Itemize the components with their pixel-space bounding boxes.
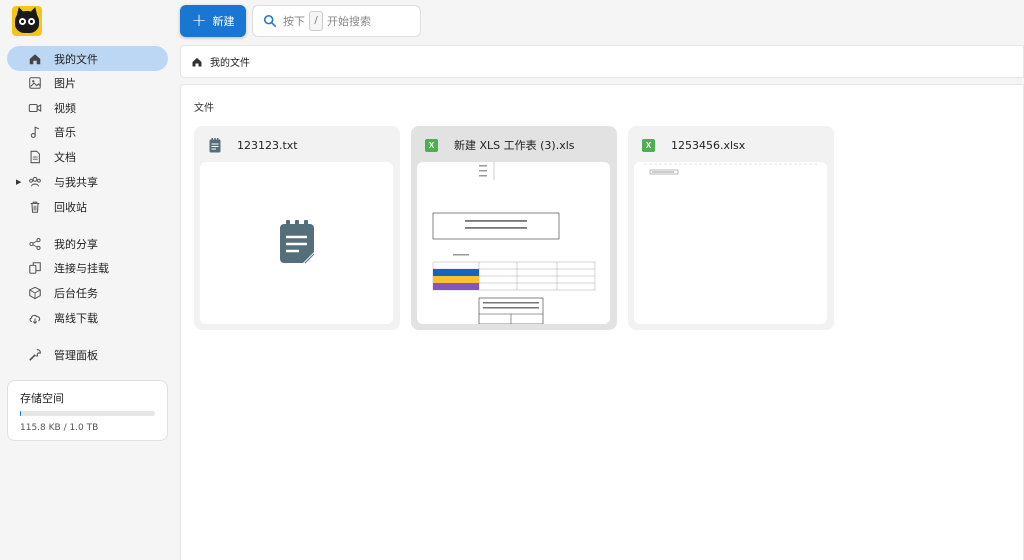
spreadsheet-thumbnail-graphic (432, 162, 596, 324)
file-name: 1253456.xlsx (671, 138, 746, 152)
sidebar-item-images[interactable]: 图片 (7, 70, 168, 95)
storage-title: 存储空间 (20, 392, 64, 405)
sidebar-item-tasks[interactable]: 后台任务 (7, 280, 168, 305)
breadcrumb-root[interactable]: 我的文件 (210, 54, 250, 69)
sidebar-item-admin-panel[interactable]: 管理面板 (7, 342, 168, 367)
sidebar-item-label: 视频 (54, 101, 76, 115)
spreadsheet-thumbnail-graphic (644, 163, 817, 175)
sidebar-item-label: 后台任务 (54, 286, 98, 300)
expand-arrow-icon[interactable]: ▶ (16, 178, 21, 186)
sidebar-item-label: 音乐 (54, 125, 76, 139)
sidebar-item-offline-download[interactable]: 离线下载 (7, 305, 168, 330)
sidebar-item-trash[interactable]: 回收站 (7, 194, 168, 219)
notepad-icon (280, 220, 315, 264)
search-prefix: 按下 (283, 15, 305, 28)
plus-icon: + (191, 10, 207, 31)
search-shortcut-key: / (309, 11, 323, 31)
storage-progress-bar (20, 411, 155, 416)
storage-panel: 存储空间 115.8 KB / 1.0 TB (7, 380, 168, 441)
sidebar-item-music[interactable]: 音乐 (7, 119, 168, 144)
file-preview (200, 162, 393, 324)
sidebar-item-label: 离线下载 (54, 311, 98, 325)
spreadsheet-preview (634, 162, 827, 324)
file-name: 新建 XLS 工作表 (3).xls (454, 139, 575, 152)
section-title: 文件 (194, 103, 214, 114)
home-icon (28, 52, 42, 66)
wrench-icon (28, 348, 42, 362)
cloud-download-icon (28, 311, 42, 325)
sidebar-item-label: 图片 (54, 76, 76, 90)
notepad-icon (208, 137, 221, 153)
app-logo (12, 6, 42, 36)
file-card[interactable]: X 1253456.xlsx (628, 126, 834, 330)
sidebar-item-label: 管理面板 (54, 348, 98, 362)
file-area: 文件 123123.txt X 新建 XLS 工作表 (3).xls X 125… (180, 84, 1024, 560)
share-icon (28, 237, 42, 251)
search-box[interactable]: 按下 / 开始搜索 (252, 5, 421, 37)
sidebar-item-label: 与我共享 (54, 175, 98, 189)
home-icon[interactable] (191, 56, 203, 68)
search-suffix: 开始搜索 (327, 15, 371, 28)
mount-icon (28, 261, 42, 275)
new-button-label: 新建 (212, 15, 235, 28)
people-icon (28, 175, 42, 189)
video-icon (28, 101, 42, 115)
sidebar-item-label: 文档 (54, 150, 76, 164)
sidebar-item-label: 连接与挂载 (54, 261, 109, 275)
file-name: 123123.txt (237, 138, 298, 152)
sidebar-item-my-shares[interactable]: 我的分享 (7, 231, 168, 256)
sidebar-item-documents[interactable]: 文档 (7, 144, 168, 169)
sidebar-item-label: 我的文件 (54, 52, 98, 66)
excel-icon: X (642, 138, 655, 152)
excel-icon: X (425, 138, 438, 152)
sidebar-item-label: 我的分享 (54, 237, 98, 251)
new-button[interactable]: + 新建 (180, 5, 246, 37)
trash-icon (28, 200, 42, 214)
sidebar-item-videos[interactable]: 视频 (7, 95, 168, 120)
storage-usage: 115.8 KB / 1.0 TB (20, 423, 99, 433)
music-icon (28, 125, 42, 139)
file-card[interactable]: X 新建 XLS 工作表 (3).xls (411, 126, 617, 330)
file-card[interactable]: 123123.txt (194, 126, 400, 330)
task-icon (28, 286, 42, 300)
image-icon (28, 76, 42, 90)
sidebar-item-my-files[interactable]: 我的文件 (7, 46, 168, 71)
spreadsheet-preview (417, 162, 610, 324)
sidebar-item-mounts[interactable]: 连接与挂载 (7, 255, 168, 280)
document-icon (28, 150, 42, 164)
search-icon (263, 14, 277, 28)
breadcrumb: 我的文件 (180, 45, 1024, 78)
sidebar-item-shared-with-me[interactable]: ▶ 与我共享 (7, 169, 168, 194)
sidebar-item-label: 回收站 (54, 200, 87, 214)
